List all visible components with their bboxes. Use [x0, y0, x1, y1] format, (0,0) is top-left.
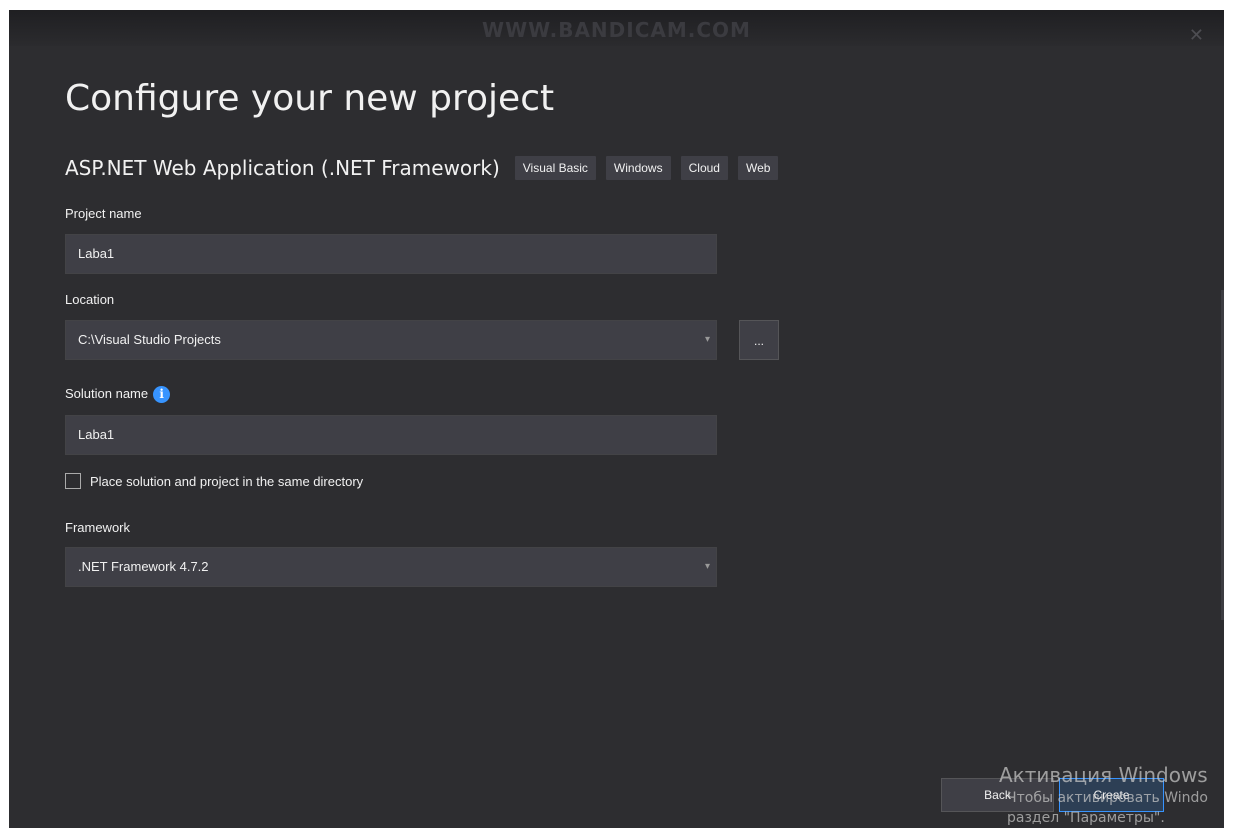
solution-name-input[interactable]: Laba1 — [65, 415, 717, 455]
project-name-value: Laba1 — [78, 246, 115, 261]
project-name-input[interactable]: Laba1 — [65, 234, 717, 274]
close-icon[interactable]: ✕ — [1189, 26, 1204, 44]
same-directory-checkbox[interactable] — [65, 473, 81, 489]
info-icon[interactable]: i — [153, 386, 171, 404]
title-bar: WWW.BANDICAM.COM ✕ — [9, 10, 1224, 46]
framework-value: .NET Framework 4.7.2 — [78, 559, 209, 574]
solution-name-value: Laba1 — [78, 427, 115, 442]
project-name-label: Project name — [65, 206, 142, 221]
template-header: ASP.NET Web Application (.NET Framework)… — [65, 153, 788, 183]
framework-select[interactable]: .NET Framework 4.7.2 ▾ — [65, 547, 717, 587]
solution-name-label: Solution name — [65, 386, 149, 401]
bandicam-watermark: WWW.BANDICAM.COM — [482, 18, 751, 42]
right-edge-strip — [1221, 290, 1224, 620]
tag-cloud: Cloud — [680, 156, 728, 180]
create-button[interactable]: Create — [1059, 778, 1164, 812]
same-directory-label[interactable]: Place solution and project in the same d… — [90, 474, 363, 489]
tag-windows: Windows — [605, 156, 671, 180]
chevron-down-icon[interactable]: ▾ — [705, 548, 710, 586]
location-combobox[interactable]: C:\Visual Studio Projects ▾ — [65, 320, 717, 360]
same-directory-option[interactable]: Place solution and project in the same d… — [65, 473, 363, 489]
location-label: Location — [65, 292, 115, 307]
tag-web: Web — [737, 156, 779, 180]
configure-project-dialog: WWW.BANDICAM.COM ✕ Configure your new pr… — [9, 10, 1224, 828]
back-button[interactable]: Back — [941, 778, 1054, 812]
page-title: Configure your new project — [65, 78, 555, 119]
location-value: C:\Visual Studio Projects — [78, 332, 221, 347]
chevron-down-icon[interactable]: ▾ — [705, 321, 710, 359]
template-name: ASP.NET Web Application (.NET Framework) — [65, 156, 500, 180]
framework-label: Framework — [65, 520, 131, 535]
browse-location-button[interactable]: ... — [739, 320, 779, 360]
tag-visual-basic: Visual Basic — [514, 156, 596, 180]
solution-name-label-row: Solution name i — [65, 386, 171, 404]
